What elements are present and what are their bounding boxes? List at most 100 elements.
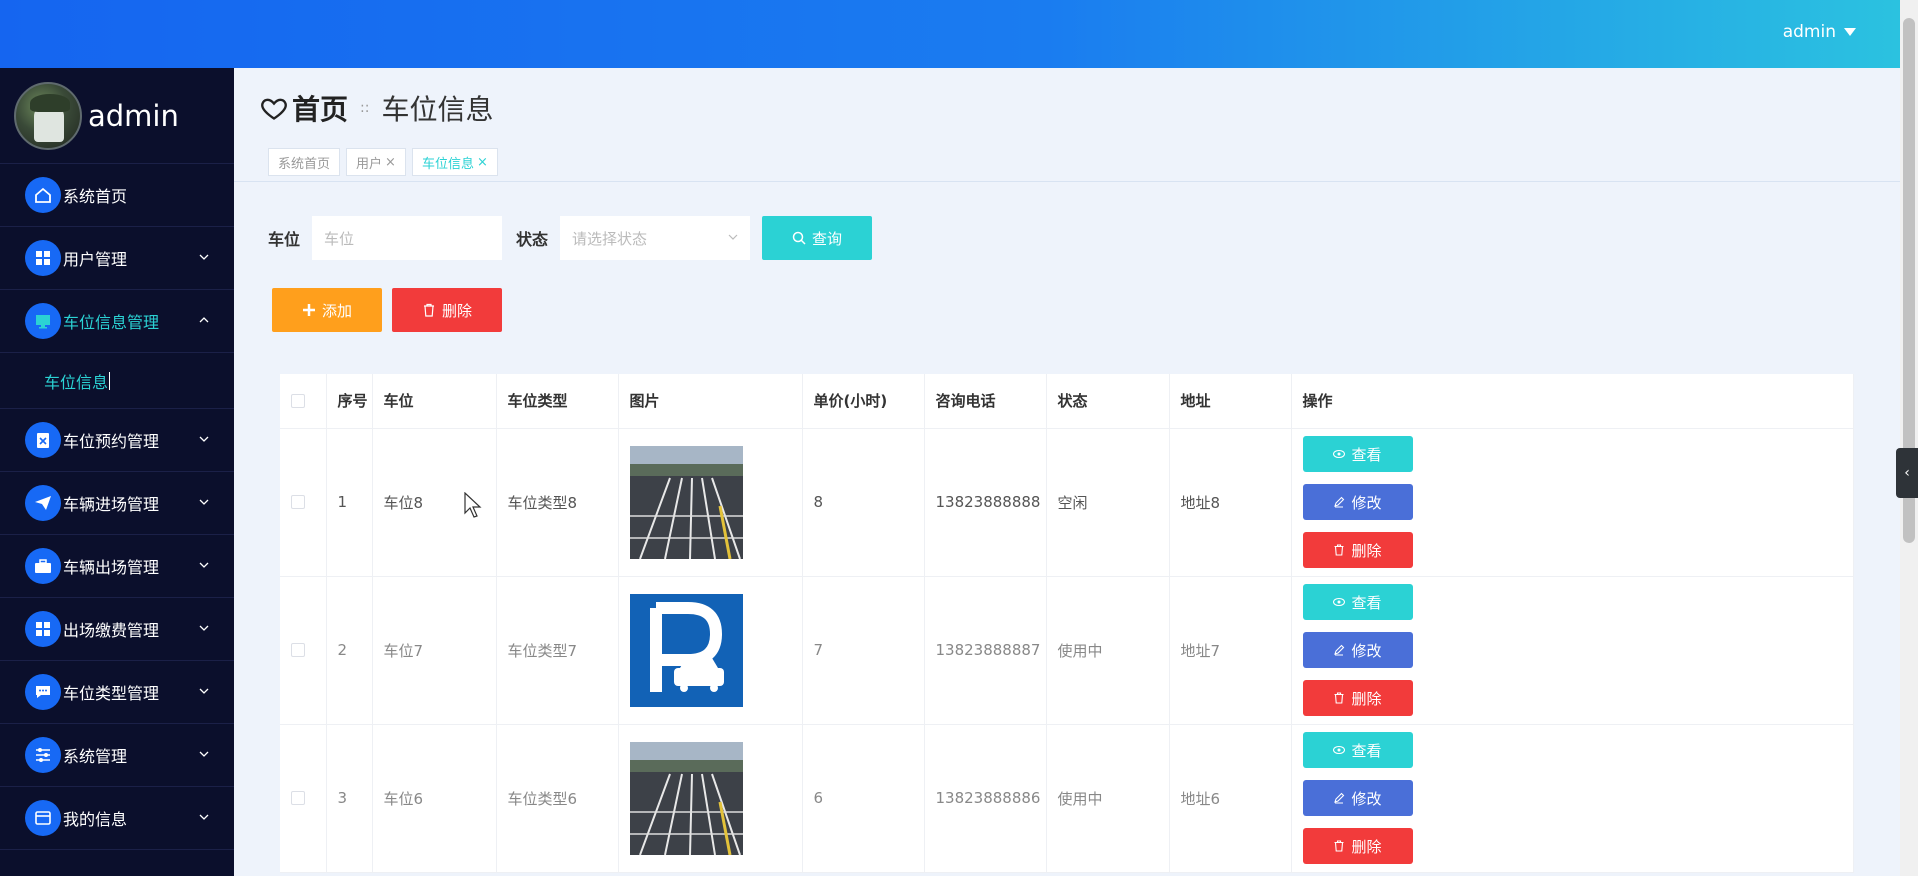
sidebar-item[interactable]: 我的信息 [0, 787, 234, 850]
row-checkbox[interactable] [291, 495, 305, 509]
cell-space: 车位6 [372, 724, 497, 873]
view-button[interactable]: 查看 [1302, 436, 1413, 472]
tag-users[interactable]: 用户 × [346, 148, 406, 176]
close-icon[interactable]: × [385, 155, 396, 170]
close-icon[interactable]: × [477, 155, 488, 170]
tag-home[interactable]: 系统首页 [268, 148, 341, 176]
edit-icon [1334, 792, 1345, 804]
edit-button[interactable]: 修改 [1302, 484, 1413, 520]
scrollbar[interactable] [1900, 0, 1918, 876]
cell-ops: 查看修改删除 [1291, 428, 1854, 577]
data-table: 序号 车位 车位类型 图片 单价(小时) 咨询电话 状态 地址 操作 1 车位 8 车… [280, 374, 1854, 873]
delete-button[interactable]: 删除 [1302, 532, 1413, 568]
edit-button-label: 修改 [1351, 789, 1382, 808]
sidebar-item[interactable]: 车辆出场管理 [0, 535, 234, 598]
cell-phone: 13823888888 [924, 428, 1047, 577]
chevron-down-icon [199, 814, 209, 820]
table-row: 1 车位8 车位类型8 8 13823888888 空闲 地址8 查看 修改 删除 [280, 428, 1854, 577]
delete-button[interactable]: 删除 [1302, 828, 1413, 864]
view-button[interactable]: 查看 [1302, 584, 1413, 620]
tag-parking-info[interactable]: 车位信息 × [411, 148, 498, 176]
trash-icon [1334, 544, 1344, 556]
sidebar-item-label: 我的信息 [63, 810, 128, 829]
tag-label: 系统首页 [278, 156, 331, 172]
view-button-label: 查看 [1351, 445, 1382, 464]
cell-index: 2 [326, 576, 373, 725]
cell-index: 3 [326, 724, 373, 873]
sidebar-item[interactable]: 系统管理 [0, 724, 234, 787]
breadcrumb-home[interactable]: 首页 [292, 88, 348, 128]
row-checkbox[interactable] [291, 791, 305, 805]
cell-price: 8 [802, 428, 925, 577]
edit-icon [1334, 644, 1345, 656]
status-select[interactable]: 请选择状态 [560, 216, 751, 260]
cell-status: 空闲 [1046, 428, 1170, 577]
sidebar-item-label: 车辆进场管理 [63, 495, 160, 514]
profile: admin [0, 68, 234, 164]
column-header: 单价(小时) [802, 374, 925, 429]
card-icon [25, 800, 61, 836]
chevron-down-icon [199, 499, 209, 505]
sidebar-item-label: 车位类型管理 [63, 684, 160, 703]
edit-button[interactable]: 修改 [1302, 632, 1413, 668]
mouse-pointer-icon [464, 492, 482, 518]
chevron-down-icon [199, 751, 209, 757]
search-bar: 车位 车位 状态 请选择状态 查询 [268, 216, 873, 260]
avatar [14, 81, 82, 150]
status-select-placeholder: 请选择状态 [572, 229, 648, 248]
tag-label: 用户 [356, 156, 383, 172]
column-header: 车位 [372, 374, 497, 429]
main-content: 首页 :: 车位信息 系统首页 用户 × 车位信息 × 车位 车位 状态 请选择状态… [234, 68, 1900, 876]
column-header: 图片 [618, 374, 803, 429]
sidebar-subitem-label: 车位信息 [44, 372, 109, 392]
edit-icon [1334, 496, 1345, 508]
cell-phone: 13823888887 [924, 576, 1047, 725]
grid-icon [25, 611, 61, 647]
batch-delete-button[interactable]: 删除 [392, 288, 502, 332]
breadcrumb: 首页 :: 车位信息 [260, 88, 493, 128]
page-title: 车位信息 [381, 93, 494, 126]
user-menu[interactable]: admin [1783, 22, 1856, 42]
sidebar-item-label: 系统首页 [63, 187, 128, 206]
column-header: 车位类型 [496, 374, 619, 429]
add-button-label: 添加 [321, 301, 352, 320]
sidebar-item[interactable]: 系统首页 [0, 164, 234, 227]
user-name: admin [1782, 22, 1836, 42]
cell-ops: 查看 修改 删除 [1291, 576, 1854, 725]
query-button[interactable]: 查询 [762, 216, 873, 260]
cell-status: 使用中 [1046, 576, 1170, 725]
monitor-icon [25, 303, 61, 339]
cell-price: 7 [802, 576, 925, 725]
column-header: 地址 [1169, 374, 1292, 429]
sidebar-item[interactable]: 车辆进场管理 [0, 472, 234, 535]
plus-icon [302, 304, 315, 316]
eye-icon [1333, 745, 1346, 755]
batch-delete-button-label: 删除 [441, 301, 472, 320]
sidebar: admin 系统首页用户管理车位信息管理车位信息车位预约管理 车辆进场管理 车辆出场… [0, 68, 234, 876]
space-search-input[interactable]: 车位 [312, 216, 503, 260]
delete-button[interactable]: 删除 [1302, 680, 1413, 716]
table-row: 2 车位7 车位类型7 7 13823888887 使用中 地址7 查看 修改 删除 [280, 576, 1854, 725]
sidebar-item[interactable]: 车位信息管理 [0, 290, 234, 353]
select-all-checkbox[interactable] [291, 393, 305, 408]
sidebar-item-label: 用户管理 [63, 250, 128, 269]
cell-address: 地址8 [1169, 428, 1292, 577]
sidebar-item[interactable]: 车位类型管理 [0, 661, 234, 724]
sidebar-item[interactable]: 出场缴费管理 [0, 598, 234, 661]
cell-address: 地址7 [1169, 576, 1292, 725]
edit-button[interactable]: 修改 [1302, 780, 1413, 816]
sidebar-item-label: 车位预约管理 [63, 432, 160, 451]
parking-lot-photo [629, 741, 743, 855]
collapse-handle-icon[interactable]: ‹ [1896, 448, 1918, 498]
sidebar-item-label: 车辆出场管理 [63, 558, 160, 577]
sidebar-menu: 系统首页用户管理车位信息管理车位信息车位预约管理 车辆进场管理 车辆出场管理 出场缴费… [0, 164, 234, 850]
sidebar-subitem[interactable]: 车位信息 [0, 353, 234, 409]
delete-button-label: 删除 [1351, 541, 1382, 560]
sidebar-item[interactable]: 用户管理 [0, 227, 234, 290]
sidebar-item[interactable]: 车位预约管理 [0, 409, 234, 472]
add-button[interactable]: 添加 [272, 288, 382, 332]
sidebar-item-label: 出场缴费管理 [63, 621, 160, 640]
view-button[interactable]: 查看 [1302, 732, 1413, 768]
row-checkbox[interactable] [291, 643, 305, 657]
grid-icon [25, 240, 61, 276]
